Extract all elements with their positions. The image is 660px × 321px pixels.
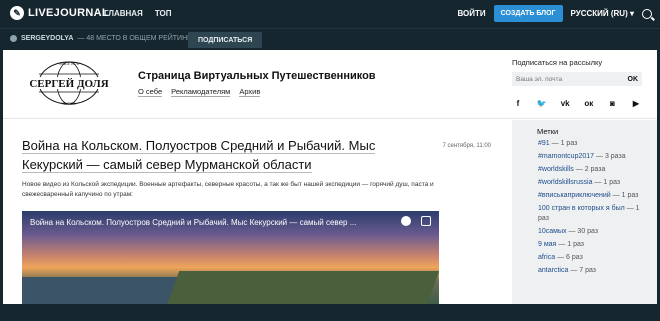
- search-icon[interactable]: [642, 8, 652, 19]
- tag-count: — 1 раз: [612, 192, 639, 199]
- tag-item[interactable]: africa — 6 раз: [538, 253, 649, 263]
- site-title[interactable]: Страница Виртуальных Путешественников: [138, 70, 376, 82]
- globe-logo-icon: СЕРГЕЙ ДОЛЯ SINCE 1976 RUSSIA: [19, 61, 119, 106]
- email-placeholder: Ваша эл. почта: [516, 75, 563, 83]
- video-controls: [401, 216, 431, 226]
- create-blog-button[interactable]: СОЗДАТЬ БЛОГ: [493, 5, 563, 22]
- tag-item[interactable]: #worldskillsrussia — 1 раз: [538, 178, 649, 188]
- video-player[interactable]: Война на Кольском. Полуостров Средний и …: [22, 211, 439, 304]
- tag-count: — 30 раз: [568, 228, 599, 235]
- vk-icon[interactable]: vk: [559, 97, 571, 109]
- chevron-down-icon: ▾: [629, 9, 634, 18]
- language-label: РУССКИЙ (RU): [570, 9, 628, 18]
- youtube-icon[interactable]: ▶: [630, 97, 642, 109]
- tag-name: 9 мая: [538, 241, 557, 248]
- login-link[interactable]: ВОЙТИ: [457, 9, 485, 18]
- tag-item[interactable]: 100 стран в которых я был — 1 раз: [538, 204, 649, 224]
- blog-page: СЕРГЕЙ ДОЛЯ SINCE 1976 RUSSIA Страница В…: [3, 50, 657, 304]
- video-title[interactable]: Война на Кольском. Полуостров Средний и …: [30, 218, 356, 227]
- logo-since: SINCE 1976: [59, 62, 79, 66]
- tag-count: — 1 раз: [551, 140, 578, 147]
- twitter-icon[interactable]: 🐦: [536, 97, 548, 109]
- user-info: SERGEYDOLYA — 48 МЕСТО В ОБЩЕМ РЕЙТИНГЕ: [10, 35, 196, 42]
- tag-item[interactable]: #worldskills — 2 раза: [538, 165, 649, 175]
- subscribe-button[interactable]: ПОДПИСАТЬСЯ: [188, 32, 263, 48]
- language-select[interactable]: РУССКИЙ (RU) ▾: [571, 9, 635, 18]
- logo-country: RUSSIA: [62, 102, 76, 106]
- newsletter-label: Подписаться на рассылку: [512, 58, 603, 67]
- tag-name: #worldskillsrussia: [538, 179, 593, 186]
- site-nav: О себе Рекламодателям Архив: [138, 87, 261, 97]
- post-date: 7 сентября, 11:00: [442, 143, 491, 149]
- share-icon[interactable]: [421, 216, 431, 226]
- user-bar: SERGEYDOLYA — 48 МЕСТО В ОБЩЕМ РЕЙТИНГЕ …: [0, 28, 660, 50]
- nav-top[interactable]: ТОП: [155, 9, 172, 18]
- social-icons: f 🐦 vk ок ◙ ▶: [512, 97, 642, 109]
- video-cliff: [164, 271, 439, 304]
- logo-text: LIVEJOURNAL: [28, 7, 109, 19]
- email-field[interactable]: Ваша эл. почта OK: [512, 72, 642, 86]
- tag-item[interactable]: #вписькаприключений — 1 раз: [538, 191, 649, 201]
- newsletter-box: Подписаться на рассылку Ваша эл. почта O…: [512, 58, 642, 109]
- tag-count: — 1 раз: [558, 241, 584, 248]
- sidebar: Метки #91 — 1 раз #mamontcup2017 — 3 раз…: [512, 120, 657, 304]
- odnoklassniki-icon[interactable]: ок: [583, 97, 595, 109]
- watch-later-icon[interactable]: [401, 216, 411, 226]
- ok-button[interactable]: OK: [628, 76, 639, 83]
- tag-name: #mamontcup2017: [538, 153, 595, 160]
- logo-text: СЕРГЕЙ ДОЛЯ: [29, 78, 108, 90]
- nav-about[interactable]: О себе: [138, 87, 163, 97]
- tags-title: Метки: [537, 127, 559, 136]
- nav-advertisers[interactable]: Рекламодателям: [171, 87, 231, 97]
- blog-header: СЕРГЕЙ ДОЛЯ SINCE 1976 RUSSIA Страница В…: [3, 50, 657, 119]
- tag-count: — 1 раз: [594, 179, 621, 186]
- tag-count: — 3 раза: [596, 153, 626, 160]
- nav-home[interactable]: ГЛАВНАЯ: [104, 9, 143, 18]
- tag-count: — 6 раз: [557, 254, 583, 261]
- tag-item[interactable]: #mamontcup2017 — 3 раза: [538, 152, 649, 162]
- tag-item[interactable]: 9 мая — 1 раз: [538, 240, 649, 250]
- tag-item[interactable]: 10самых — 30 раз: [538, 227, 649, 237]
- tag-name: #вписькаприключений: [538, 192, 611, 199]
- tag-name: africa: [538, 254, 556, 261]
- user-icon: [10, 35, 17, 42]
- post: Война на Кольском. Полуостров Средний и …: [22, 136, 497, 304]
- user-rank: — 48 МЕСТО В ОБЩЕМ РЕЙТИНГЕ: [77, 35, 196, 42]
- post-title-text: Война на Кольском. Полуостров Средний и …: [22, 138, 376, 173]
- tag-count: — 2 раза: [575, 166, 606, 173]
- tag-item[interactable]: #91 — 1 раз: [538, 139, 649, 149]
- nav-archive[interactable]: Архив: [239, 87, 261, 97]
- top-bar: ✎ LIVEJOURNAL ГЛАВНАЯ ТОП ВОЙТИ СОЗДАТЬ …: [0, 0, 660, 28]
- livejournal-logo[interactable]: ✎ LIVEJOURNAL: [10, 6, 109, 20]
- tag-name: 100 стран в которых я был: [538, 205, 625, 212]
- username-link[interactable]: SERGEYDOLYA: [21, 35, 73, 42]
- tag-name: #worldskills: [538, 166, 574, 173]
- top-right-controls: ВОЙТИ СОЗДАТЬ БЛОГ РУССКИЙ (RU) ▾: [457, 5, 652, 22]
- tag-name: #91: [538, 140, 550, 147]
- tag-count: — 7 раз: [570, 267, 597, 274]
- tag-name: antarctica: [538, 267, 569, 274]
- tag-name: 10самых: [538, 228, 567, 235]
- post-title[interactable]: Война на Кольском. Полуостров Средний и …: [22, 136, 422, 174]
- tag-item[interactable]: antarctica — 7 раз: [538, 266, 649, 276]
- blog-logo[interactable]: СЕРГЕЙ ДОЛЯ SINCE 1976 RUSSIA: [17, 60, 121, 106]
- instagram-icon[interactable]: ◙: [606, 97, 618, 109]
- livejournal-logo-icon: ✎: [10, 6, 24, 20]
- facebook-icon[interactable]: f: [512, 97, 524, 109]
- post-intro: Новое видео из Кольской экспедиции. Воен…: [22, 181, 434, 198]
- top-nav: ГЛАВНАЯ ТОП: [104, 9, 171, 18]
